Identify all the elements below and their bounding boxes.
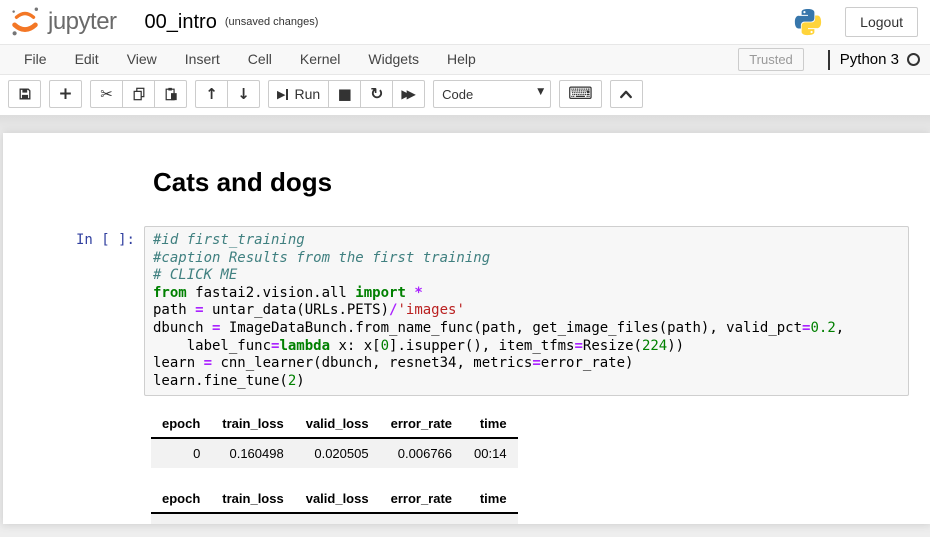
code-line: label_func=lambda x: x[0].isupper(), ite… bbox=[153, 338, 900, 356]
move-cell-down-button[interactable]: ↓ bbox=[227, 80, 260, 108]
table-cell: 0 bbox=[151, 438, 211, 468]
checkpoint-status: (unsaved changes) bbox=[225, 16, 319, 28]
restart-run-all-button[interactable]: ▶▶ bbox=[392, 80, 425, 108]
play-icon: ▶ bbox=[277, 89, 285, 100]
table-row: 00.0927040.0179200.00744200:18 bbox=[151, 513, 518, 524]
code-line: #caption Results from the first training bbox=[153, 250, 900, 268]
arrow-up-icon: ↑ bbox=[205, 87, 218, 102]
copy-icon bbox=[132, 87, 146, 101]
paste-cell-button[interactable] bbox=[154, 80, 187, 108]
table-cell: 0.006766 bbox=[380, 438, 463, 468]
table-header-error_rate: error_rate bbox=[380, 410, 463, 438]
table-cell: 0.160498 bbox=[211, 438, 294, 468]
python-logo-icon bbox=[793, 7, 823, 37]
run-label: Run bbox=[294, 86, 320, 102]
fast-forward-icon: ▶▶ bbox=[401, 88, 415, 100]
table-header-train_loss: train_loss bbox=[211, 410, 294, 438]
table-header-train_loss: train_loss bbox=[211, 485, 294, 513]
table-cell: 0.007442 bbox=[380, 513, 463, 524]
table-cell: 0.020505 bbox=[295, 438, 380, 468]
menubar: FileEditViewInsertCellKernelWidgetsHelp … bbox=[0, 44, 930, 75]
step-bar-icon bbox=[286, 89, 288, 100]
notebook-header: jupyter 00_intro (unsaved changes) Logou… bbox=[0, 0, 930, 115]
menu-kernel[interactable]: Kernel bbox=[286, 45, 354, 74]
menu-items: FileEditViewInsertCellKernelWidgetsHelp bbox=[10, 45, 490, 74]
header-shadow-strip bbox=[0, 115, 930, 133]
code-line: from fastai2.vision.all import * bbox=[153, 285, 900, 303]
toolbar: + ✂ bbox=[0, 75, 930, 115]
table-header-time: time bbox=[463, 485, 518, 513]
move-cell-up-button[interactable]: ↑ bbox=[195, 80, 228, 108]
kernel-idle-indicator-icon bbox=[907, 53, 920, 66]
logout-button[interactable]: Logout bbox=[845, 7, 918, 37]
notebook-container: Cats and dogs In [ ]: #id first_training… bbox=[3, 133, 930, 524]
code-cell: In [ ]: #id first_training#caption Resul… bbox=[3, 226, 930, 396]
table-header-valid_loss: valid_loss bbox=[295, 410, 380, 438]
menu-widgets[interactable]: Widgets bbox=[354, 45, 433, 74]
training-results-table: epochtrain_lossvalid_losserror_ratetime0… bbox=[151, 410, 518, 468]
trusted-badge[interactable]: Trusted bbox=[738, 48, 804, 71]
input-prompt: In [ ]: bbox=[3, 226, 144, 396]
code-line: learn.fine_tune(2) bbox=[153, 373, 900, 391]
menu-help[interactable]: Help bbox=[433, 45, 490, 74]
table-cell: 0 bbox=[151, 513, 211, 524]
jupyter-logo-text: jupyter bbox=[48, 8, 117, 36]
notebook-title[interactable]: 00_intro bbox=[145, 11, 217, 34]
add-cell-button[interactable]: + bbox=[49, 80, 82, 108]
table-row: 00.1604980.0205050.00676600:14 bbox=[151, 438, 518, 468]
scroll-up-button[interactable] bbox=[610, 80, 643, 108]
markdown-cell-heading[interactable]: Cats and dogs bbox=[153, 167, 930, 198]
save-icon bbox=[18, 87, 32, 101]
plus-icon: + bbox=[58, 86, 72, 103]
menu-cell[interactable]: Cell bbox=[234, 45, 286, 74]
keyboard-icon: ⌨ bbox=[568, 86, 593, 103]
table-header-error_rate: error_rate bbox=[380, 485, 463, 513]
stop-icon: ■ bbox=[338, 87, 352, 102]
run-button[interactable]: ▶ Run bbox=[268, 80, 329, 108]
table-cell: 00:14 bbox=[463, 438, 518, 468]
code-line: #id first_training bbox=[153, 232, 900, 250]
code-line: learn = cnn_learner(dbunch, resnet34, me… bbox=[153, 355, 900, 373]
kernel-name: Python 3 bbox=[840, 51, 899, 68]
code-line: # CLICK ME bbox=[153, 267, 900, 285]
table-header-time: time bbox=[463, 410, 518, 438]
jupyter-logo-icon bbox=[8, 5, 42, 39]
training-results-table: epochtrain_lossvalid_losserror_ratetime0… bbox=[151, 485, 518, 524]
cut-cell-button[interactable]: ✂ bbox=[90, 80, 123, 108]
code-line: dbunch = ImageDataBunch.from_name_func(p… bbox=[153, 320, 900, 338]
code-input-area[interactable]: #id first_training#caption Results from … bbox=[144, 226, 909, 396]
restart-kernel-button[interactable]: ↻ bbox=[360, 80, 393, 108]
cell-type-select[interactable]: Code bbox=[433, 80, 551, 108]
restart-icon: ↻ bbox=[370, 86, 383, 102]
code-line: path = untar_data(URLs.PETS)/'images' bbox=[153, 302, 900, 320]
table-cell: 00:18 bbox=[463, 513, 518, 524]
menu-insert[interactable]: Insert bbox=[171, 45, 234, 74]
command-palette-button[interactable]: ⌨ bbox=[559, 80, 602, 108]
cut-icon: ✂ bbox=[100, 87, 113, 102]
copy-cell-button[interactable] bbox=[122, 80, 155, 108]
interrupt-kernel-button[interactable]: ■ bbox=[328, 80, 361, 108]
jupyter-logo[interactable]: jupyter bbox=[8, 5, 117, 39]
table-cell: 0.017920 bbox=[295, 513, 380, 524]
header-top: jupyter 00_intro (unsaved changes) Logou… bbox=[0, 0, 930, 44]
table-header-epoch: epoch bbox=[151, 410, 211, 438]
menu-file[interactable]: File bbox=[10, 45, 61, 74]
output-area: epochtrain_lossvalid_losserror_ratetime0… bbox=[151, 410, 930, 524]
table-cell: 0.092704 bbox=[211, 513, 294, 524]
arrow-down-icon: ↓ bbox=[237, 87, 250, 102]
table-header-valid_loss: valid_loss bbox=[295, 485, 380, 513]
table-header-epoch: epoch bbox=[151, 485, 211, 513]
paste-icon bbox=[164, 87, 178, 101]
kernel-separator bbox=[828, 50, 830, 70]
menu-view[interactable]: View bbox=[113, 45, 171, 74]
save-button[interactable] bbox=[8, 80, 41, 108]
chevron-up-icon bbox=[619, 88, 633, 100]
menu-edit[interactable]: Edit bbox=[61, 45, 113, 74]
